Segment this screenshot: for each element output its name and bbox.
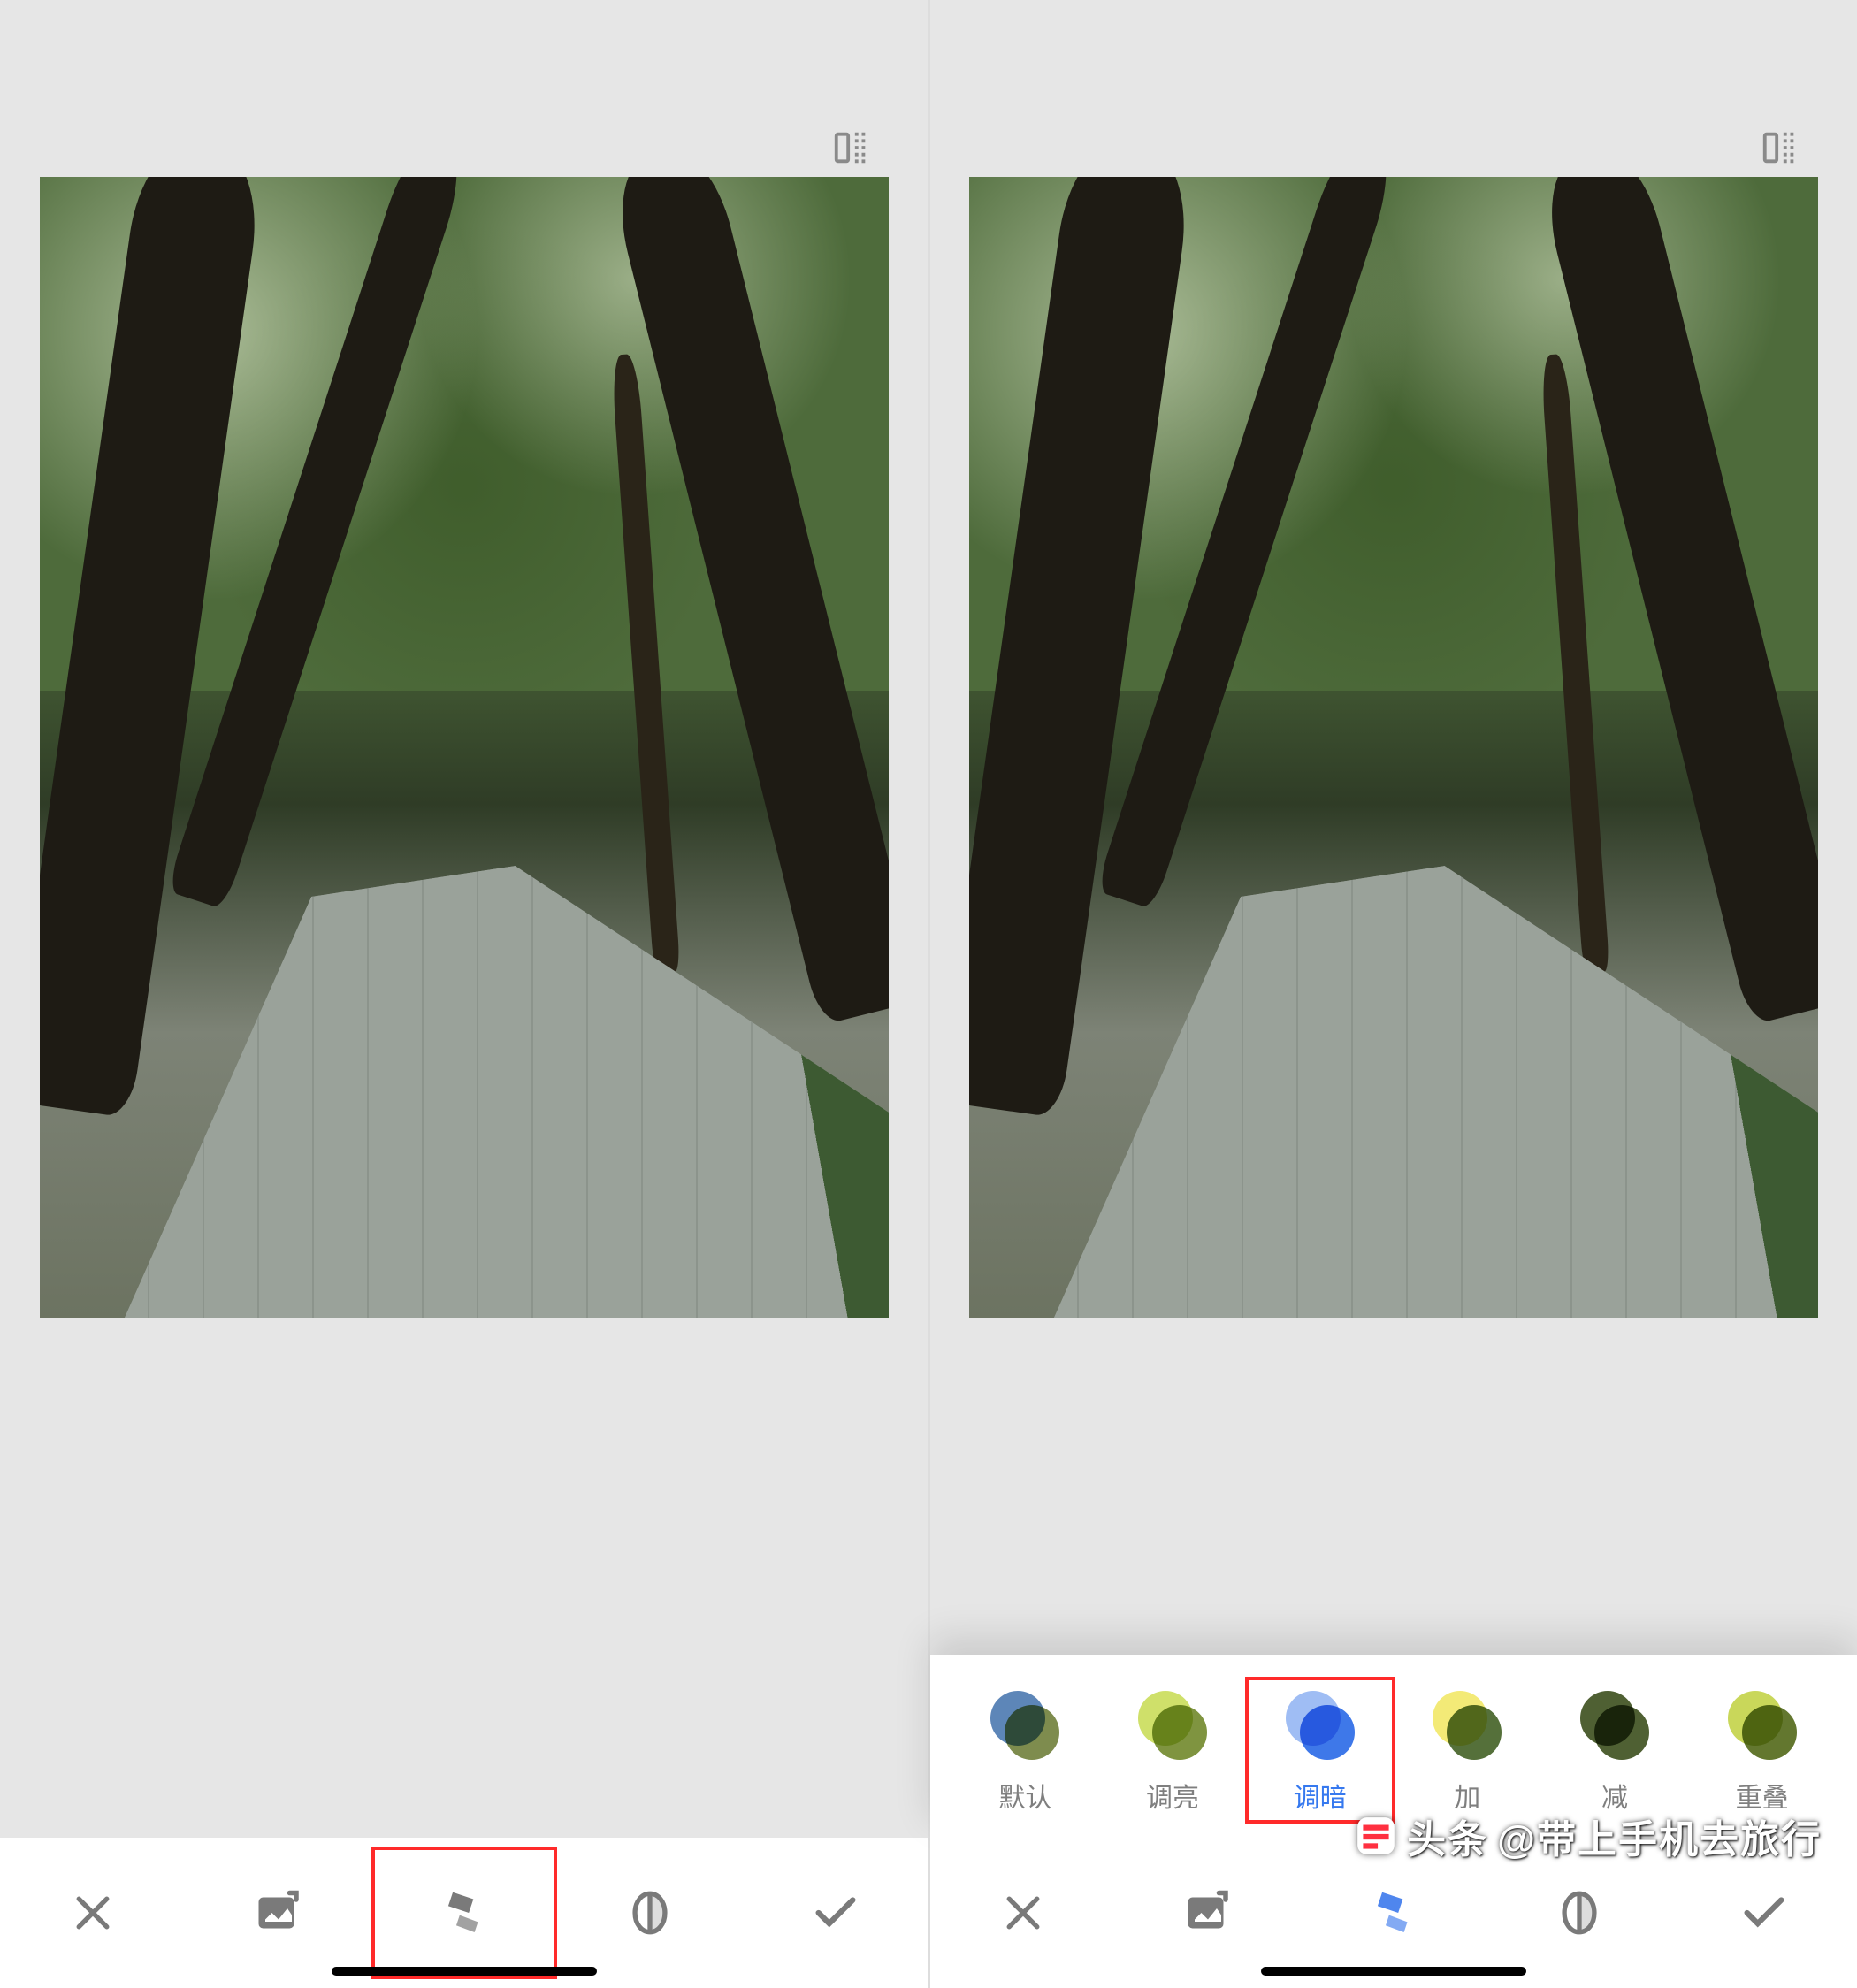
photo-preview <box>40 177 889 1318</box>
style-darken[interactable]: 调暗 <box>1254 1691 1387 1815</box>
compare-button[interactable] <box>828 124 875 172</box>
highlight-box <box>371 1847 557 1979</box>
home-indicator[interactable] <box>1261 1967 1526 1976</box>
confirm-button[interactable] <box>769 1860 902 1966</box>
style-subtract[interactable]: 减 <box>1548 1691 1681 1815</box>
style-label: 调暗 <box>1294 1776 1347 1815</box>
styles-button[interactable] <box>398 1860 531 1966</box>
watermark: 头条 @带上手机去旅行 <box>1354 1808 1822 1864</box>
close-button[interactable] <box>27 1860 159 1966</box>
photo-preview <box>969 177 1818 1318</box>
mask-button[interactable] <box>1513 1860 1646 1966</box>
header-left <box>0 0 928 177</box>
style-default[interactable]: 默认 <box>959 1691 1091 1815</box>
canvas-left[interactable] <box>0 177 928 1486</box>
style-swatch-icon <box>1580 1691 1649 1760</box>
header-right <box>930 0 1857 177</box>
compare-button[interactable] <box>1756 124 1804 172</box>
confirm-button[interactable] <box>1698 1860 1830 1966</box>
style-label: 默认 <box>998 1776 1051 1815</box>
style-swatch-icon <box>990 1691 1059 1760</box>
style-swatch-icon <box>1433 1691 1502 1760</box>
style-swatch-icon <box>1286 1691 1355 1760</box>
style-lighten[interactable]: 调亮 <box>1106 1691 1239 1815</box>
add-image-button[interactable] <box>212 1860 345 1966</box>
home-indicator[interactable] <box>332 1967 597 1976</box>
canvas-right[interactable] <box>930 177 1857 1415</box>
mask-button[interactable] <box>584 1860 716 1966</box>
watermark-handle: @带上手机去旅行 <box>1497 1808 1822 1864</box>
style-overlay[interactable]: 重叠 <box>1696 1691 1829 1815</box>
style-swatch-icon <box>1728 1691 1797 1760</box>
style-label: 调亮 <box>1146 1776 1199 1815</box>
watermark-prefix: 头条 <box>1407 1808 1488 1864</box>
styles-button[interactable] <box>1327 1860 1460 1966</box>
style-swatch-icon <box>1138 1691 1207 1760</box>
style-add[interactable]: 加 <box>1401 1691 1533 1815</box>
close-button[interactable] <box>957 1860 1089 1966</box>
add-image-button[interactable] <box>1142 1860 1274 1966</box>
bottom-toolbar-left <box>0 1838 928 1988</box>
toutiao-icon <box>1354 1814 1398 1858</box>
pane-left <box>0 0 928 1988</box>
pane-right: 默认 调亮 调暗 加减重叠 <box>928 0 1857 1988</box>
